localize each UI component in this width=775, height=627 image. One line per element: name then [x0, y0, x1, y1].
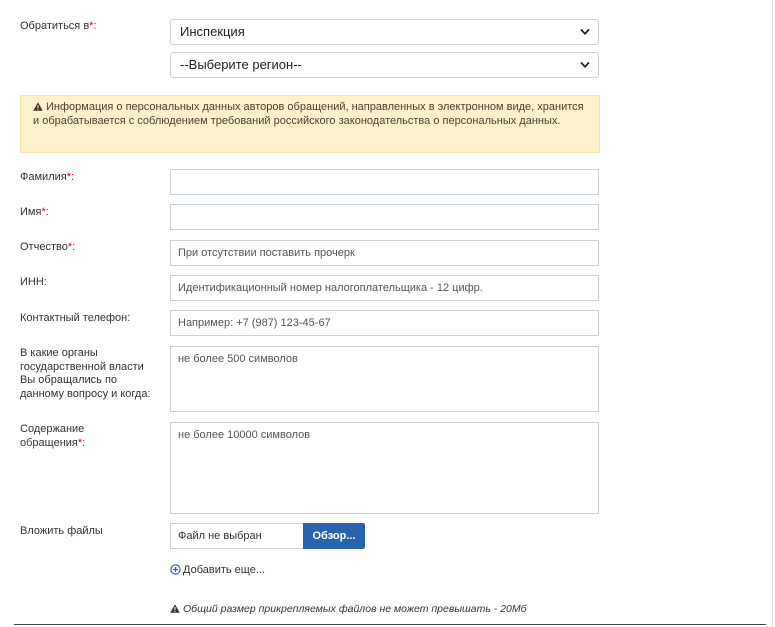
page-right-border — [772, 0, 773, 627]
attachments-label: Вложить файлы — [20, 525, 103, 537]
first-name-label: Имя*: — [20, 206, 49, 218]
region-select-value: --Выберите регион-- — [180, 57, 302, 72]
phone-label: Контактный телефон: — [20, 312, 131, 324]
warning-icon — [170, 604, 180, 613]
browse-button[interactable]: Обзор... — [303, 523, 365, 549]
last-name-label: Фамилия*: — [20, 171, 75, 183]
last-name-input[interactable] — [170, 169, 599, 195]
patronymic-label: Отчество*: — [20, 241, 76, 253]
plus-circle-icon — [170, 564, 181, 575]
recipient-label: Обратиться в*: — [20, 20, 97, 32]
bottom-divider — [14, 624, 766, 625]
phone-input[interactable]: Например: +7 (987) 123-45-67 — [170, 310, 599, 336]
content-label: Содержание обращения*: — [20, 423, 86, 449]
warning-icon — [33, 102, 43, 111]
chevron-down-icon — [580, 20, 592, 44]
add-more-link[interactable]: Добавить еще... — [170, 564, 265, 577]
region-select[interactable]: --Выберите регион-- — [170, 52, 599, 78]
prior-agencies-textarea[interactable]: не более 500 символов — [170, 346, 599, 412]
recipient-select-value: Инспекция — [180, 24, 245, 39]
inn-label: ИНН: — [20, 276, 47, 288]
chevron-down-icon — [580, 53, 592, 77]
add-more-label: Добавить еще... — [183, 564, 266, 576]
recipient-select[interactable]: Инспекция — [170, 19, 599, 45]
file-size-note: Общий размер прикрепляемых файлов не мож… — [170, 603, 527, 616]
file-status[interactable]: Файл не выбран — [170, 523, 304, 549]
inn-input[interactable]: Идентификационный номер налогоплательщик… — [170, 275, 599, 301]
personal-data-notice: Информация о персональных данных авторов… — [20, 95, 600, 153]
prior-agencies-label: В какие органы государственной власти Вы… — [20, 347, 151, 400]
patronymic-input[interactable]: При отсутствии поставить прочерк — [170, 240, 599, 266]
content-textarea[interactable]: не более 10000 символов — [170, 422, 599, 514]
size-note-text: Общий размер прикрепляемых файлов не мож… — [183, 603, 527, 615]
notice-text: Информация о персональных данных авторов… — [33, 101, 584, 127]
first-name-input[interactable] — [170, 204, 599, 230]
